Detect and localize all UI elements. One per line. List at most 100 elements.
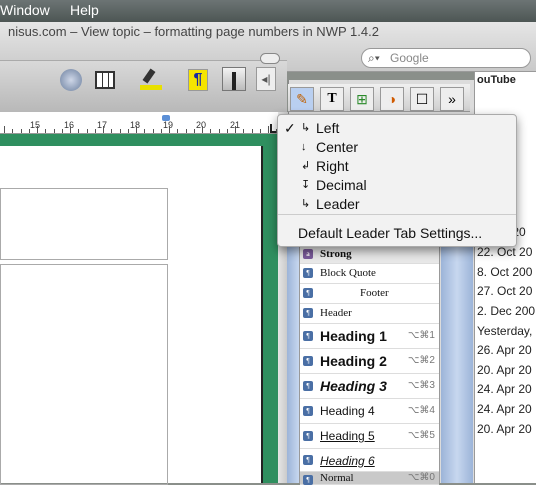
menu-item-left[interactable]: ✓ ↳ Left	[278, 119, 516, 138]
style-list: a Strong ¶ Block Quote ¶ Footer ¶ Header…	[299, 245, 440, 485]
page-tab-icon[interactable]: ☐	[410, 87, 434, 111]
style-row[interactable]: ¶ Footer	[300, 284, 439, 304]
ruler-tick	[177, 129, 179, 133]
toolbar-toggle-button[interactable]	[260, 53, 280, 64]
palette-scroll-right[interactable]	[441, 245, 473, 483]
text-tab-icon[interactable]: T	[320, 87, 344, 111]
style-row[interactable]: ¶ Heading 4 ⌥⌘4	[300, 399, 439, 424]
ruler-tick	[226, 129, 228, 133]
body-box[interactable]	[0, 264, 168, 485]
palette-tabs: ✎ T ⊞ ◑ ☐ »	[288, 84, 470, 112]
web-row: 2. Dec 200	[477, 304, 536, 318]
menu-item-default-leader-settings[interactable]: Default Leader Tab Settings...	[278, 224, 516, 243]
document-toolbar: ¶ ◂|	[0, 53, 287, 112]
table-tab-icon[interactable]: ⊞	[350, 87, 374, 111]
style-row[interactable]: ¶ Heading 3 ⌥⌘3	[300, 374, 439, 399]
menu-window[interactable]: Window	[0, 2, 50, 18]
menu-item-leader[interactable]: ↳ Leader	[278, 195, 516, 214]
pencil-tab-icon[interactable]: ✎	[290, 87, 314, 111]
ruler-tick	[243, 129, 245, 133]
ruler-tick	[235, 126, 236, 133]
header-footer-icon[interactable]	[222, 67, 246, 91]
ruler-tick	[185, 129, 187, 133]
ruler-label: 17	[97, 120, 108, 130]
menu-item-center[interactable]: ↓ Center	[278, 138, 516, 157]
ruler-tick	[20, 129, 22, 133]
ruler-tick	[169, 126, 170, 133]
palette-scroll-left	[287, 245, 299, 483]
browser-title: nisus.com – View topic – formatting page…	[8, 24, 379, 39]
document-page[interactable]	[0, 146, 263, 485]
paragraph-style-icon: ¶	[303, 308, 313, 318]
ruler-tick	[86, 129, 88, 133]
columns-icon[interactable]: ◂|	[256, 67, 276, 91]
ruler[interactable]: 15 16 17 18 19 20 21	[0, 112, 287, 134]
ruler-tick	[12, 129, 14, 133]
ruler-tick	[78, 129, 80, 133]
ruler-tick	[4, 126, 5, 133]
shapes-tab-icon[interactable]: ◑	[380, 87, 404, 111]
ruler-tick	[144, 129, 146, 133]
ruler-tick	[136, 126, 137, 133]
ruler-tick	[152, 129, 154, 133]
web-row: 24. Apr 20	[477, 382, 532, 396]
browser-search-input[interactable]: ⌕▾ Google	[361, 48, 531, 68]
search-placeholder: Google	[390, 51, 429, 65]
leader-tab-icon: ↳	[301, 198, 311, 210]
paragraph-style-icon: ¶	[303, 455, 313, 465]
style-row[interactable]: a Strong	[300, 246, 439, 264]
ruler-tick	[61, 129, 63, 133]
ruler-tick	[28, 129, 30, 133]
paragraph-style-icon: ¶	[303, 356, 313, 366]
ruler-indent-marker[interactable]	[162, 115, 170, 121]
style-row[interactable]: ¶ Heading 5 ⌥⌘5	[300, 424, 439, 449]
web-row: 26. Apr 20	[477, 343, 532, 357]
ruler-tick	[193, 129, 195, 133]
gear-icon[interactable]	[60, 69, 82, 91]
ruler-tick	[160, 129, 162, 133]
style-row[interactable]: ¶ Normal ⌥⌘0	[300, 472, 439, 485]
paragraph-style-icon: ¶	[303, 475, 313, 485]
ruler-tick	[119, 129, 121, 133]
web-row: 24. Apr 20	[477, 402, 532, 416]
style-row[interactable]: ¶ Heading 1 ⌥⌘1	[300, 324, 439, 349]
ruler-label: 20	[196, 120, 207, 130]
ruler-tick	[111, 129, 113, 133]
web-row: 22. Oct 20	[477, 245, 533, 259]
highlight-icon[interactable]	[140, 68, 164, 91]
ruler-label: 16	[64, 120, 75, 130]
header-box[interactable]	[0, 188, 168, 260]
paragraph-style-icon: ¶	[303, 268, 313, 278]
ruler-tick	[251, 129, 253, 133]
table-icon[interactable]	[95, 71, 115, 89]
web-row: 20. Apr 20	[477, 422, 532, 436]
tab-type-menu: ✓ ↳ Left ↓ Center ↲ Right ↧ Decimal ↳ Le…	[277, 114, 517, 247]
ruler-label: 15	[30, 120, 41, 130]
more-tabs-icon[interactable]: »	[440, 87, 464, 111]
ruler-tick	[103, 126, 104, 133]
paragraph-style-icon: ¶	[303, 406, 313, 416]
ruler-tick	[218, 129, 220, 133]
checkmark-icon: ✓	[284, 120, 296, 136]
web-row: 27. Oct 20	[477, 284, 533, 298]
ruler-tick	[53, 129, 55, 133]
style-row[interactable]: ¶ Heading 6	[300, 449, 439, 472]
menu-item-decimal[interactable]: ↧ Decimal	[278, 176, 516, 195]
ruler-label: 19	[163, 120, 174, 130]
menu-help[interactable]: Help	[70, 2, 99, 18]
web-row: 8. Oct 200	[477, 265, 533, 279]
left-tab-icon: ↳	[301, 122, 311, 134]
style-row[interactable]: ¶ Header	[300, 304, 439, 324]
ruler-tick	[94, 129, 96, 133]
search-icon: ⌕▾	[368, 51, 380, 65]
style-row[interactable]: ¶ Heading 2 ⌥⌘2	[300, 349, 439, 374]
ruler-tick	[127, 129, 129, 133]
web-tab-youtube[interactable]: ouTube	[477, 74, 516, 86]
web-row: 20. Apr 20	[477, 363, 532, 377]
style-row[interactable]: ¶ Block Quote	[300, 264, 439, 284]
center-tab-icon: ↓	[301, 141, 307, 153]
web-row: Yesterday,	[477, 324, 533, 338]
menu-item-right[interactable]: ↲ Right	[278, 157, 516, 176]
paragraph-icon[interactable]: ¶	[188, 69, 208, 91]
menu-separator	[278, 214, 516, 215]
